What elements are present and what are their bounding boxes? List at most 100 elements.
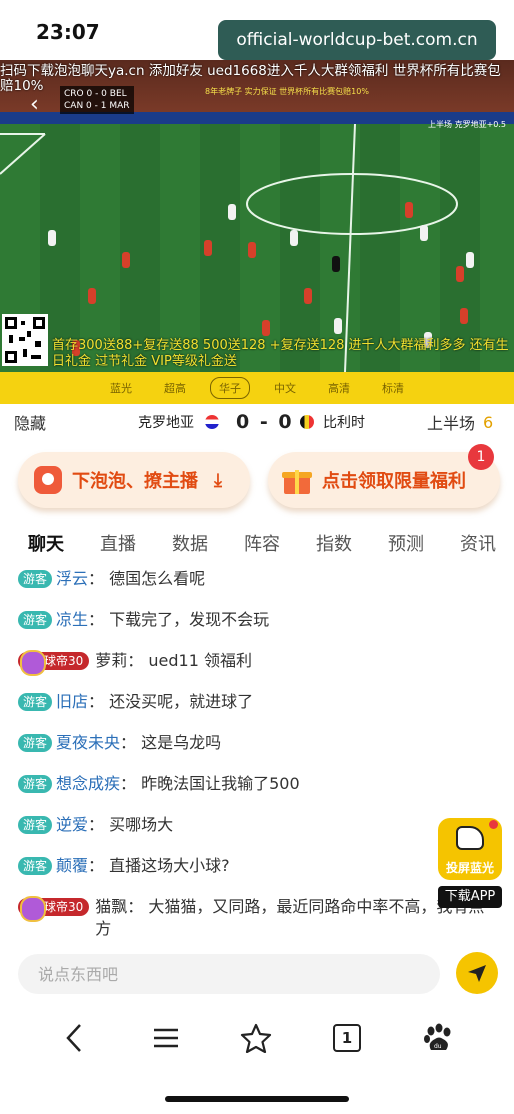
send-button[interactable] <box>456 952 498 994</box>
chat-message: 球帝30 萝莉： ued11 领福利 <box>18 650 488 676</box>
download-app-button[interactable]: 下载APP <box>438 886 502 908</box>
chat-message: 游客 旧店： 还没买呢，就进球了 <box>18 691 488 713</box>
belgium-flag-icon <box>300 415 314 429</box>
vip-level-badge: 球帝30 <box>18 896 90 922</box>
claim-welfare-button[interactable]: 点击领取限量福利 <box>268 452 500 508</box>
pitch-lines <box>0 124 458 372</box>
cast-app-label: 投屏蓝光 <box>445 861 494 875</box>
chat-text: 直播这场大小球? <box>109 856 230 875</box>
chat-username[interactable]: 凉生 <box>56 610 88 629</box>
hide-button[interactable]: 隐藏 <box>14 410 46 434</box>
chevron-left-icon <box>66 1024 81 1052</box>
chat-separator: ： <box>88 610 110 629</box>
chat-username[interactable]: 萝莉 <box>95 651 127 670</box>
chat-separator: ： <box>88 815 110 834</box>
chat-list[interactable]: 游客 浮云： 德国怎么看呢 游客 凉生： 下载完了，发现不会玩 球帝30 萝莉： ued1… <box>0 566 514 940</box>
chat-separator: ： <box>120 733 142 752</box>
notification-badge: 1 <box>468 444 494 470</box>
chat-username[interactable]: 夏夜未央 <box>56 733 120 752</box>
download-bubble-button[interactable]: 下泡泡、撩主播 ⤓ <box>18 452 250 508</box>
quality-option[interactable]: 超高 <box>156 378 194 398</box>
tab-item[interactable]: 数据 <box>172 530 208 556</box>
chat-text: 下载完了，发现不会玩 <box>109 610 270 629</box>
quality-option[interactable]: 标清 <box>374 378 412 398</box>
player <box>334 318 342 334</box>
chat-username[interactable]: 逆爱 <box>56 815 88 834</box>
player <box>304 288 312 304</box>
bookmark-button[interactable] <box>238 1020 274 1056</box>
player <box>405 202 413 218</box>
quality-option[interactable]: 蓝光 <box>102 378 140 398</box>
guest-badge: 游客 <box>18 857 53 875</box>
chat-body: 逆爱： 买哪场大 <box>56 814 488 836</box>
score-line: CAN 0 - 1 MAR <box>64 101 130 111</box>
qr-code-icon <box>2 314 48 366</box>
chat-text: 昨晚法国让我输了500 <box>141 774 300 793</box>
player <box>466 252 474 268</box>
chat-username[interactable]: 猫飘 <box>95 897 127 916</box>
chat-body: 猫飘： 大猫猫，又同路，最近同路命中率不高，我有点方 <box>95 896 486 940</box>
chat-input[interactable] <box>18 954 440 994</box>
menu-button[interactable] <box>148 1020 184 1056</box>
guest-badge: 游客 <box>18 734 53 752</box>
chat-text: 大猫猫，又同路，最近同路命中率不高，我有点方 <box>95 897 485 938</box>
score-line: CRO 0 - 0 BEL <box>64 89 127 99</box>
chat-separator: ： <box>88 856 110 875</box>
tab-item[interactable]: 指数 <box>316 530 352 556</box>
claim-welfare-label: 点击领取限量福利 <box>322 471 466 492</box>
download-bubble-label: 下泡泡、撩主播 <box>72 471 198 492</box>
chat-body: 颠覆： 直播这场大小球? <box>56 855 488 877</box>
chat-username[interactable]: 想念成疾 <box>56 774 120 793</box>
tab-item[interactable]: 聊天 <box>28 530 64 556</box>
chat-message: 游客 颠覆： 直播这场大小球? <box>18 855 488 877</box>
chat-message: 游客 逆爱： 买哪场大 <box>18 814 488 836</box>
tab-item[interactable]: 直播 <box>100 530 136 556</box>
tab-item[interactable]: 资讯 <box>460 530 496 556</box>
player <box>420 225 428 241</box>
chat-separator: ： <box>88 569 110 588</box>
chat-message: 球帝30 猫飘： 大猫猫，又同路，最近同路命中率不高，我有点方 <box>18 896 486 940</box>
player <box>290 230 298 246</box>
chat-separator: ： <box>127 651 149 670</box>
back-button[interactable] <box>56 1020 92 1056</box>
tab-item[interactable]: 预测 <box>388 530 424 556</box>
back-arrow-icon[interactable]: ‹ <box>30 92 39 117</box>
home-indicator[interactable] <box>165 1096 349 1102</box>
video-player[interactable]: 扫码下载泡泡聊天ya.cn 添加好友 ued1668进入千人大群领福利 世界杯所… <box>0 60 514 372</box>
chat-body: 萝莉： ued11 领福利 <box>95 650 488 672</box>
quality-option[interactable]: 中文 <box>266 378 304 398</box>
player <box>88 288 96 304</box>
url-watermark: official-worldcup-bet.com.cn <box>218 20 496 60</box>
chat-text: 这是乌龙吗 <box>141 733 222 752</box>
chat-message: 游客 凉生： 下载完了，发现不会玩 <box>18 609 488 631</box>
croatia-flag-icon <box>205 415 219 429</box>
quality-option[interactable]: 华子 <box>210 377 250 399</box>
player <box>228 204 236 220</box>
quality-option[interactable]: 高清 <box>320 378 358 398</box>
guest-badge: 游客 <box>18 693 53 711</box>
player <box>122 252 130 268</box>
team-a-name: 克罗地亚 <box>138 415 194 431</box>
chat-text: 德国怎么看呢 <box>109 569 206 588</box>
match-info: 隐藏 克罗地亚 0 - 0 比利时 上半场 6 <box>0 404 514 440</box>
chat-input-row <box>0 950 514 998</box>
menu-icon <box>154 1028 178 1048</box>
quality-bar: 蓝光 超高 华子 中文 高清 标清 <box>0 372 514 404</box>
match-half: 上半场 <box>427 414 476 433</box>
tabs-button[interactable]: 1 <box>329 1020 365 1056</box>
chat-username[interactable]: 旧店 <box>56 692 88 711</box>
guest-badge: 游客 <box>18 775 53 793</box>
bottom-ticker: 首存300送88+复存送88 500送128 +复存送128 进千人大群福利多多… <box>52 338 509 369</box>
baidu-button[interactable]: du <box>420 1020 456 1056</box>
star-icon <box>240 1023 272 1053</box>
cast-app-button[interactable]: 投屏蓝光 <box>438 818 502 880</box>
svg-text:du: du <box>434 1043 442 1050</box>
chat-username[interactable]: 浮云 <box>56 569 88 588</box>
player <box>456 266 464 282</box>
mascot-icon <box>456 826 484 850</box>
score-overlay: CRO 0 - 0 BEL CAN 0 - 1 MAR <box>60 86 134 114</box>
chat-text: 还没买呢，就进球了 <box>109 692 254 711</box>
chat-username[interactable]: 颠覆 <box>56 856 88 875</box>
promo-overlay: 8年老牌子 实力保证 世界杯所有比赛包赔10% <box>205 87 369 96</box>
tab-item[interactable]: 阵容 <box>244 530 280 556</box>
